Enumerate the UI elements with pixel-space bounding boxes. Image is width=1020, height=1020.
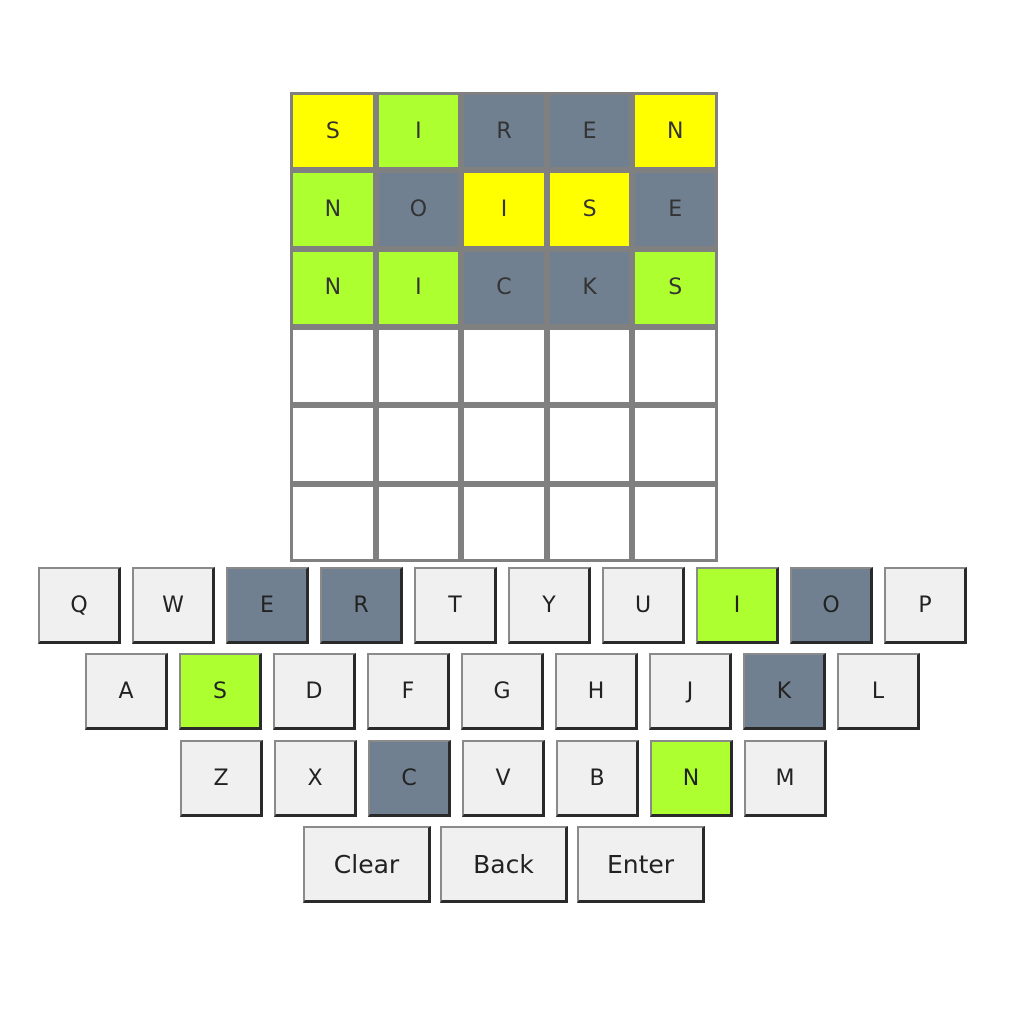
keyboard-row-3: ZXCVBNM <box>180 740 827 817</box>
board-tile-r3-c2: I <box>378 251 459 324</box>
key-o[interactable]: O <box>790 567 873 644</box>
key-t[interactable]: T <box>414 567 497 644</box>
key-b[interactable]: B <box>556 740 639 817</box>
key-f[interactable]: F <box>367 653 450 730</box>
key-i[interactable]: I <box>696 567 779 644</box>
key-z[interactable]: Z <box>180 740 263 817</box>
board-tile-r5-c4 <box>549 408 630 481</box>
board-tile-r1-c3: R <box>464 95 544 168</box>
board-tile-r6-c4 <box>549 486 630 559</box>
key-h[interactable]: H <box>555 653 638 730</box>
keyboard-action-row: Clear Back Enter <box>303 826 705 903</box>
board-tile-r5-c5 <box>635 408 715 481</box>
key-v[interactable]: V <box>462 740 545 817</box>
key-q[interactable]: Q <box>38 567 121 644</box>
key-x[interactable]: X <box>274 740 357 817</box>
board-tile-r3-c5: S <box>635 251 715 324</box>
board-tile-r4-c5 <box>635 330 715 403</box>
board-tile-r3-c3: C <box>464 251 544 324</box>
key-a[interactable]: A <box>85 653 168 730</box>
keyboard-row-1: QWERTYUIOP <box>38 567 967 644</box>
key-j[interactable]: J <box>649 653 732 730</box>
key-s[interactable]: S <box>179 653 262 730</box>
enter-button[interactable]: Enter <box>577 826 705 903</box>
board-tile-r2-c5: E <box>635 173 715 246</box>
back-button[interactable]: Back <box>440 826 568 903</box>
board-tile-r6-c5 <box>635 486 715 559</box>
board-tile-r5-c1 <box>293 408 373 481</box>
board-tile-r5-c2 <box>378 408 459 481</box>
key-r[interactable]: R <box>320 567 403 644</box>
game-board: SIRENNOISENICKS <box>290 92 718 562</box>
key-e[interactable]: E <box>226 567 309 644</box>
key-c[interactable]: C <box>368 740 451 817</box>
board-tile-r2-c1: N <box>293 173 373 246</box>
board-tile-r4-c1 <box>293 330 373 403</box>
key-u[interactable]: U <box>602 567 685 644</box>
board-tile-r2-c3: I <box>464 173 544 246</box>
board-tile-r4-c4 <box>549 330 630 403</box>
board-tile-r1-c2: I <box>378 95 459 168</box>
keyboard-row-2: ASDFGHJKL <box>85 653 920 730</box>
board-tile-r1-c1: S <box>293 95 373 168</box>
board-tile-r6-c1 <box>293 486 373 559</box>
key-d[interactable]: D <box>273 653 356 730</box>
key-k[interactable]: K <box>743 653 826 730</box>
board-tile-r5-c3 <box>464 408 544 481</box>
key-p[interactable]: P <box>884 567 967 644</box>
board-tile-r2-c2: O <box>378 173 459 246</box>
key-l[interactable]: L <box>837 653 920 730</box>
board-tile-r1-c5: N <box>635 95 715 168</box>
board-tile-r6-c2 <box>378 486 459 559</box>
key-y[interactable]: Y <box>508 567 591 644</box>
key-w[interactable]: W <box>132 567 215 644</box>
clear-button[interactable]: Clear <box>303 826 431 903</box>
key-m[interactable]: M <box>744 740 827 817</box>
key-n[interactable]: N <box>650 740 733 817</box>
board-tile-r2-c4: S <box>549 173 630 246</box>
board-tile-r6-c3 <box>464 486 544 559</box>
board-tile-r3-c1: N <box>293 251 373 324</box>
board-tile-r3-c4: K <box>549 251 630 324</box>
board-tile-r4-c3 <box>464 330 544 403</box>
key-g[interactable]: G <box>461 653 544 730</box>
board-tile-r1-c4: E <box>549 95 630 168</box>
board-tile-r4-c2 <box>378 330 459 403</box>
